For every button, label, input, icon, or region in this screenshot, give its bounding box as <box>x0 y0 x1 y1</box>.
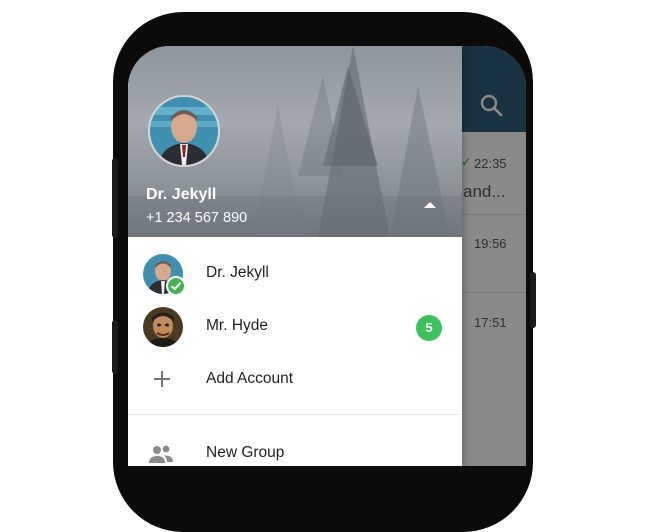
unread-count-badge: 5 <box>416 315 442 341</box>
navigation-drawer: Dr. Jekyll +1 234 567 890 Dr. Jekyll Mr.… <box>128 46 462 466</box>
user-avatar[interactable] <box>148 95 220 167</box>
user-phone: +1 234 567 890 <box>146 210 248 226</box>
volume-down-button <box>112 320 118 374</box>
menu-item-label: New Group <box>206 444 285 461</box>
avatar <box>143 307 183 347</box>
account-toggle-caret-icon[interactable] <box>424 202 436 208</box>
phone-screen: ✓ 22:35 and... 19:56 17:51 Dr. Jekyll +1… <box>128 46 526 466</box>
add-account-button[interactable]: Add Account <box>128 353 462 405</box>
add-account-label: Add Account <box>206 370 294 387</box>
account-item-mr-hyde[interactable]: Mr. Hyde 5 <box>128 300 462 352</box>
menu-divider <box>128 414 462 415</box>
account-item-dr-jekyll[interactable]: Dr. Jekyll <box>128 247 462 299</box>
drawer-header: Dr. Jekyll +1 234 567 890 <box>128 46 462 237</box>
group-icon <box>148 443 174 465</box>
user-name: Dr. Jekyll <box>146 186 217 203</box>
power-button <box>530 272 536 328</box>
account-label: Mr. Hyde <box>206 317 269 334</box>
plus-icon <box>152 369 172 389</box>
volume-up-button <box>112 158 118 238</box>
account-label: Dr. Jekyll <box>206 264 269 281</box>
active-account-check-icon <box>166 276 186 296</box>
menu-item-new-group[interactable]: New Group <box>128 429 462 466</box>
